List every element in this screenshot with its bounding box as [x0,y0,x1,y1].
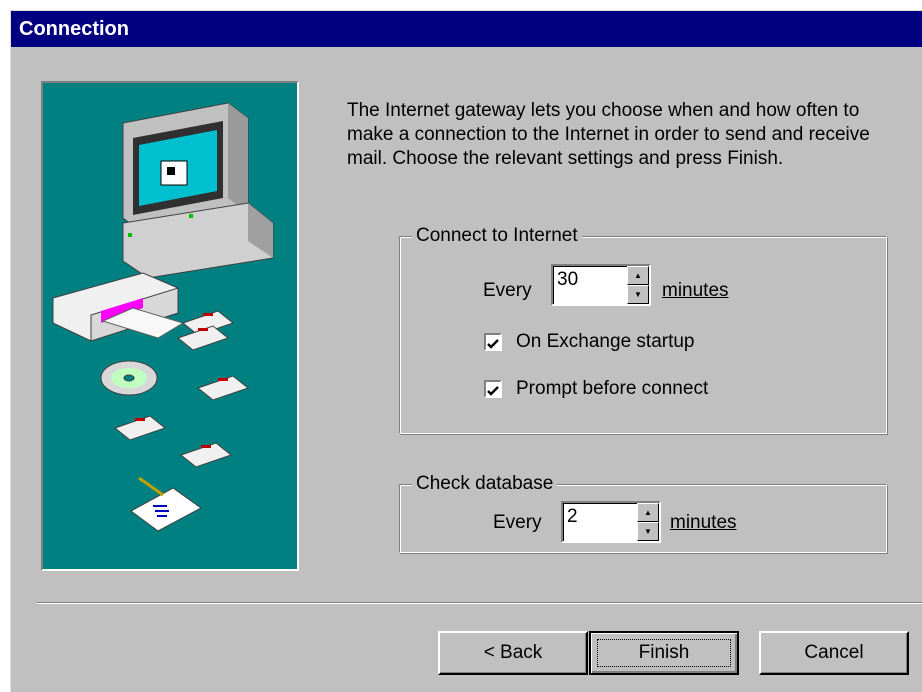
finish-button[interactable]: Finish [589,631,739,675]
connect-to-internet-group: Connect to Internet Every 30 ▲ ▼ minutes… [399,224,887,434]
database-interval-down-button[interactable]: ▼ [637,522,659,541]
window-title: Connection [11,11,922,47]
connect-interval-value[interactable]: 30 [557,268,578,292]
connect-group-legend: Connect to Internet [412,224,582,248]
exchange-startup-checkbox[interactable] [484,333,502,351]
focus-rectangle [597,639,731,667]
down-arrow-icon: ▼ [644,526,652,536]
prompt-before-connect-checkbox[interactable] [484,380,502,398]
database-interval-value[interactable]: 2 [567,505,578,529]
check-database-group: Check database Every 2 ▲ ▼ minutes [399,472,887,553]
checkmark-icon [487,386,499,396]
back-button[interactable]: < Back [438,631,588,675]
prompt-before-connect-label[interactable]: Prompt before connect [516,377,708,401]
up-arrow-icon: ▲ [634,270,642,280]
description-text: The Internet gateway lets you choose whe… [347,100,870,169]
exchange-startup-label[interactable]: On Exchange startup [516,330,695,354]
database-group-legend: Check database [412,472,558,496]
connect-interval-up-button[interactable]: ▲ [627,266,649,285]
database-interval-up-button[interactable]: ▲ [637,503,659,522]
connection-dialog: Connection The Internet gateway lets you… [10,10,922,692]
connect-every-label: Every [483,280,532,301]
connect-interval-spinner[interactable]: 30 ▲ ▼ [551,264,651,306]
connect-interval-down-button[interactable]: ▼ [627,285,649,304]
database-units-label: minutes [670,512,737,533]
checkmark-icon [487,339,499,349]
database-every-label: Every [493,512,542,533]
wizard-illustration [41,81,299,571]
down-arrow-icon: ▼ [634,289,642,299]
up-arrow-icon: ▲ [644,507,652,517]
button-separator [37,602,922,604]
connect-units-label: minutes [662,280,729,301]
database-interval-spinner[interactable]: 2 ▲ ▼ [561,501,661,543]
computer-software-icon [52,102,274,532]
cancel-button[interactable]: Cancel [759,631,909,675]
